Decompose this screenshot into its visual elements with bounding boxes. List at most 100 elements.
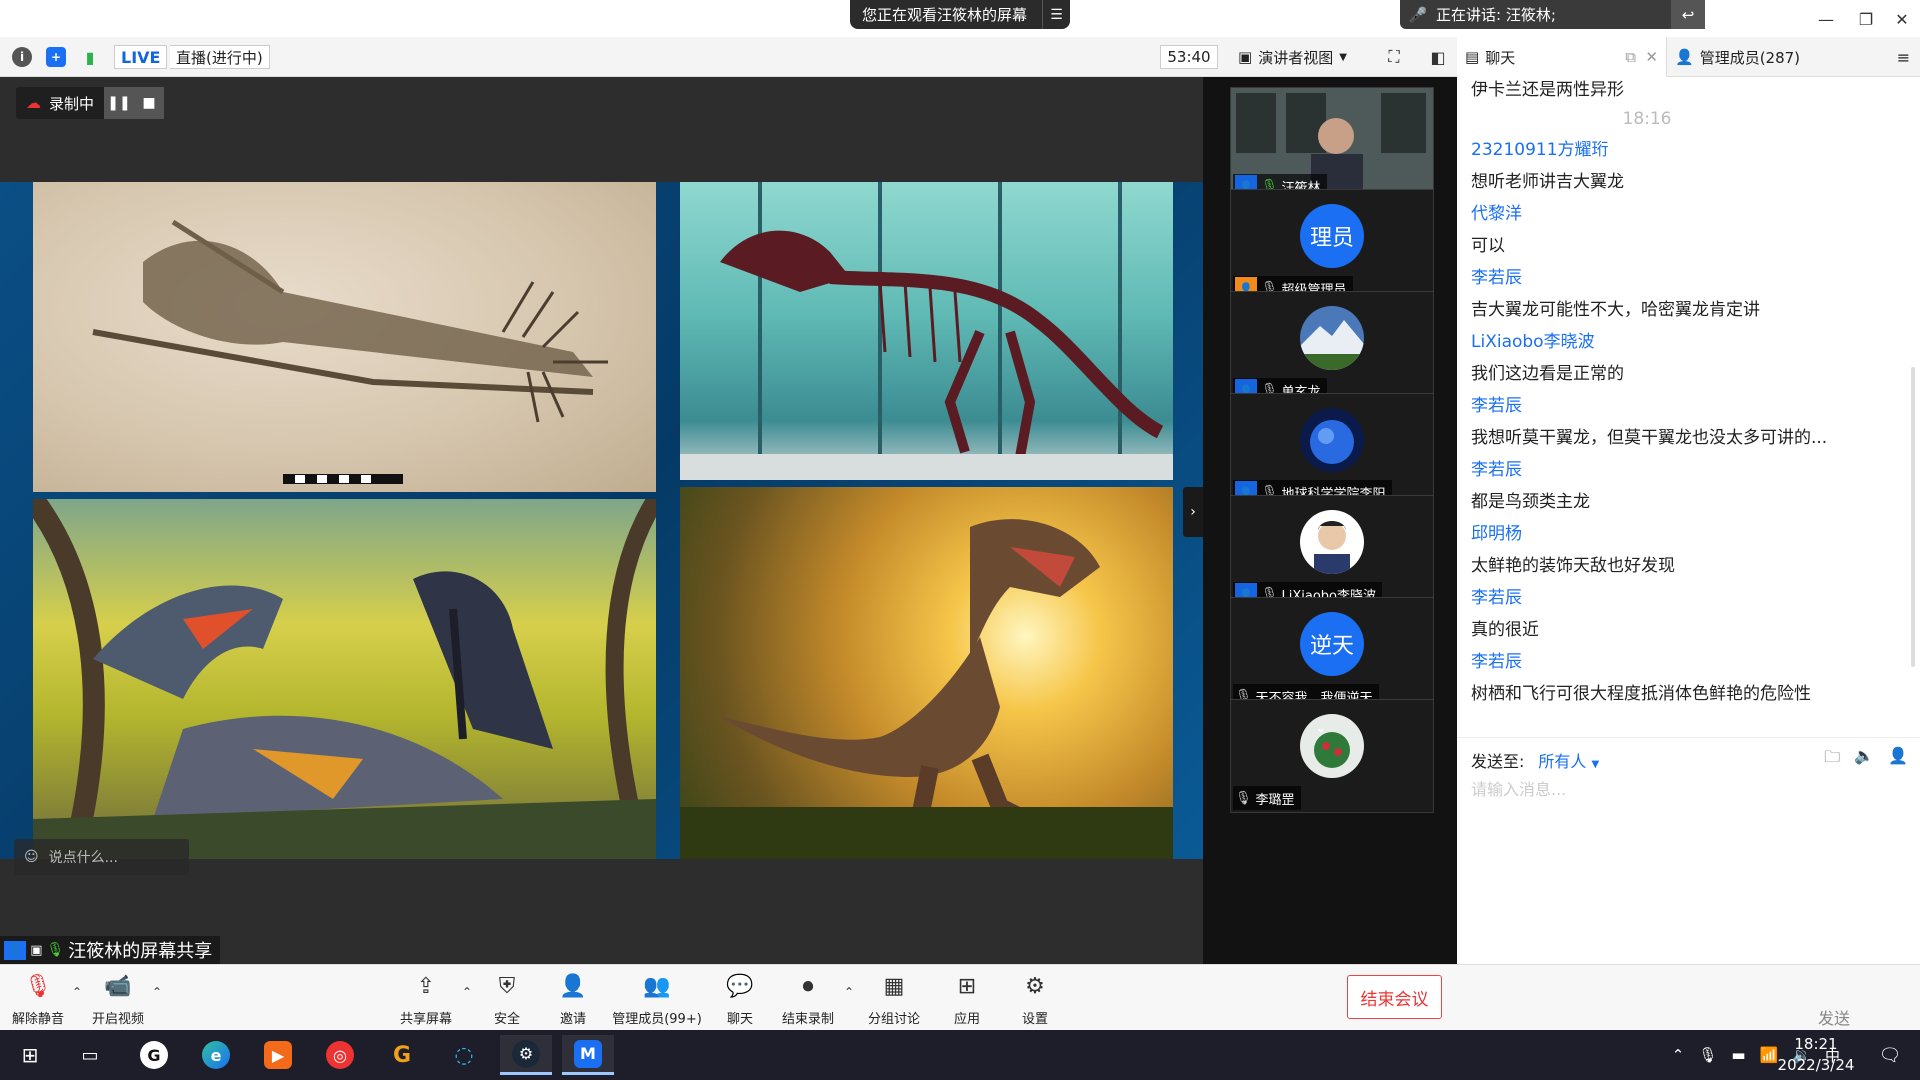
stop-recording-button[interactable]: ⏺ 结束录制 <box>780 971 836 1028</box>
recording-status: ☁ 录制中 <box>16 87 104 119</box>
taskbar-app[interactable]: ◎ <box>314 1035 366 1075</box>
share-screen-button[interactable]: ⇪ 共享屏幕 <box>398 971 454 1028</box>
chat-scrollbar[interactable] <box>1911 367 1915 667</box>
chat-sender[interactable]: 李若辰 <box>1471 263 1522 288</box>
side-panel-icon[interactable]: ◧ <box>1426 45 1450 69</box>
participant-tile[interactable]: 👤 🎙 LiXiaobo李晓波 <box>1230 495 1434 609</box>
chat-sender[interactable]: 李若辰 <box>1471 647 1522 672</box>
popout-icon[interactable]: ⧉ <box>1625 48 1636 66</box>
participant-tile[interactable]: ⌄ 🎙 李璐罡 <box>1230 699 1434 813</box>
chat-sender[interactable]: LiXiaobo李晓波 <box>1471 327 1595 352</box>
participant-tile[interactable]: 👤 🎙 汪筱林 <box>1230 87 1434 201</box>
info-icon[interactable]: i <box>12 47 32 67</box>
chat-label: 聊天 <box>726 1012 753 1027</box>
taskbar-app[interactable]: G <box>376 1035 428 1075</box>
danmu-input[interactable]: ☺ 说点什么... <box>14 839 189 875</box>
stop-icon[interactable]: ■ <box>134 87 165 119</box>
close-icon[interactable]: ✕ <box>1882 4 1920 34</box>
shared-screen[interactable]: ☁ 录制中 ❚❚ ■ › ☺ 说点什么... 👤 ▣ 🎙 汪筱林的屏幕共享 <box>0 77 1203 964</box>
fullscreen-icon[interactable]: ⛶ <box>1382 45 1406 69</box>
chevron-up-icon[interactable]: ⌃ <box>72 985 82 999</box>
start-button[interactable]: ⊞ <box>4 1035 56 1075</box>
security-button[interactable]: ⛨ 安全 <box>490 971 524 1028</box>
return-icon[interactable]: ↩ <box>1671 0 1705 29</box>
chevron-down-icon[interactable]: ⌄ <box>1315 720 1327 736</box>
settings-label: 设置 <box>1021 1012 1048 1027</box>
breakout-button[interactable]: ▦ 分组讨论 <box>866 971 922 1028</box>
taskbar-app[interactable]: ▶ <box>252 1035 304 1075</box>
mic-icon[interactable]: 🎙 <box>1698 1046 1717 1064</box>
tab-members[interactable]: 👤 管理成员(287) <box>1667 37 1887 77</box>
send-to: 发送至: 所有人 ▼ <box>1471 748 1599 772</box>
clock[interactable]: 18:21 2022/3/24 <box>1774 1034 1858 1076</box>
user-settings-icon[interactable]: 👤 <box>1888 746 1908 773</box>
recipient-select[interactable]: 所有人 ▼ <box>1538 748 1599 772</box>
chat-message: 吉大翼龙可能性不大，哈密翼龙肯定讲 <box>1471 300 1760 320</box>
live-badge[interactable]: LIVE <box>114 45 168 69</box>
chevron-right-icon[interactable]: › <box>1183 487 1203 537</box>
restore-icon[interactable]: ❐ <box>1846 4 1886 34</box>
minimize-icon[interactable]: — <box>1806 4 1846 34</box>
battery-icon[interactable]: ▬ <box>1731 1046 1745 1064</box>
meeting-window: 您正在观看汪筱林的屏幕 ☰ 🎤 正在讲话: 汪筱林; ↩ — ❐ ✕ i + ▮… <box>0 0 1920 1080</box>
manage-members-button[interactable]: 👥 管理成员(99+) <box>612 971 702 1028</box>
presentation-slide <box>0 182 1203 859</box>
chat-sender[interactable]: 23210911方耀珩 <box>1471 135 1609 160</box>
speaker-icon[interactable]: 🔈 <box>1854 746 1874 773</box>
unmute-button[interactable]: 🎙 解除静音 <box>12 971 64 1028</box>
chat-panel[interactable]: 伊卡兰还是两性异形 18:16 23210911方耀珩 想听老师讲吉大翼龙 代黎… <box>1457 77 1920 737</box>
tab-chat[interactable]: ▤ 聊天 ⧉ ✕ <box>1457 37 1667 77</box>
menu-icon[interactable]: ☰ <box>1042 0 1070 29</box>
end-meeting-button[interactable]: 结束会议 <box>1347 975 1442 1019</box>
recording-label: 录制中 <box>49 94 95 113</box>
signal-icon[interactable]: ▮ <box>80 47 100 67</box>
settings-button[interactable]: ⚙ 设置 <box>1018 971 1052 1028</box>
chevron-up-icon[interactable]: ⌃ <box>1672 1046 1685 1064</box>
task-view-button[interactable]: ▭ <box>64 1035 116 1075</box>
folder-icon[interactable]: 🗀 <box>1824 746 1840 773</box>
emoji-icon[interactable]: ☺ <box>24 849 39 865</box>
chat-button[interactable]: 💬 聊天 <box>723 971 757 1028</box>
participant-name-tag: 🎙 李璐罡 <box>1233 786 1301 810</box>
participant-tile[interactable]: 👤 🎙 单玄龙 <box>1230 291 1434 405</box>
participant-strip: 👤 🎙 汪筱林 理员 👤 🎙 超级管理员 👤 🎙 单玄龙 👤 🎙 地球科学学院李… <box>1203 77 1457 964</box>
clock-date: 2022/3/24 <box>1777 1056 1855 1074</box>
apps-button[interactable]: ⊞ 应用 <box>950 971 984 1028</box>
participant-tile[interactable]: 理员 👤 🎙 超级管理员 <box>1230 189 1434 303</box>
live-status[interactable]: 直播(进行中) <box>170 45 270 69</box>
share-notice[interactable]: 您正在观看汪筱林的屏幕 ☰ <box>850 0 1070 29</box>
chevron-up-icon[interactable]: ⌃ <box>844 985 854 999</box>
chat-sender[interactable]: 代黎洋 <box>1471 199 1522 224</box>
close-icon[interactable]: ✕ <box>1645 48 1658 66</box>
chevron-up-icon[interactable]: ⌃ <box>152 985 162 999</box>
task-view-icon: ▭ <box>81 1044 99 1066</box>
notification-icon[interactable]: 🗨 <box>1878 1043 1902 1067</box>
invite-button[interactable]: 👤 邀请 <box>556 971 590 1028</box>
layout-icon: ▣ <box>1238 48 1253 66</box>
chat-message: 树栖和飞行可很大程度抵消体色鲜艳的危险性 <box>1471 684 1811 704</box>
taskbar-app[interactable]: ◌ <box>438 1035 490 1075</box>
taskbar-app[interactable]: G <box>128 1035 180 1075</box>
participant-tile[interactable]: 逆天 🎙 天不容我，我便逆天 <box>1230 597 1434 711</box>
steam-icon: ⚙ <box>512 1039 540 1068</box>
chat-sender[interactable]: 李若辰 <box>1471 583 1522 608</box>
start-video-button[interactable]: 📹 开启视频 <box>90 971 146 1028</box>
message-input[interactable] <box>1471 776 1901 802</box>
taskbar-app[interactable]: e <box>190 1035 242 1075</box>
invite-icon: 👤 <box>559 973 587 999</box>
security-shield-icon[interactable]: + <box>46 47 66 67</box>
avatar <box>1300 510 1364 574</box>
taskbar-app[interactable]: M <box>562 1035 614 1075</box>
more-icon[interactable]: ≡ <box>1887 37 1920 77</box>
taskbar-app[interactable]: ⚙ <box>500 1035 552 1075</box>
pause-icon[interactable]: ❚❚ <box>104 87 135 119</box>
gear-icon: ⚙ <box>1025 973 1045 999</box>
avatar <box>1300 306 1364 370</box>
view-mode-switch[interactable]: ▣ 演讲者视图 ▼ <box>1238 45 1368 69</box>
mic-icon: 🎤 <box>1408 5 1428 24</box>
chat-sender[interactable]: 李若辰 <box>1471 391 1522 416</box>
chevron-up-icon[interactable]: ⌃ <box>462 985 472 999</box>
chat-sender[interactable]: 邱明杨 <box>1471 519 1522 544</box>
chat-sender[interactable]: 李若辰 <box>1471 455 1522 480</box>
participant-tile[interactable]: 👤 🎙 地球科学学院李阳 <box>1230 393 1434 507</box>
